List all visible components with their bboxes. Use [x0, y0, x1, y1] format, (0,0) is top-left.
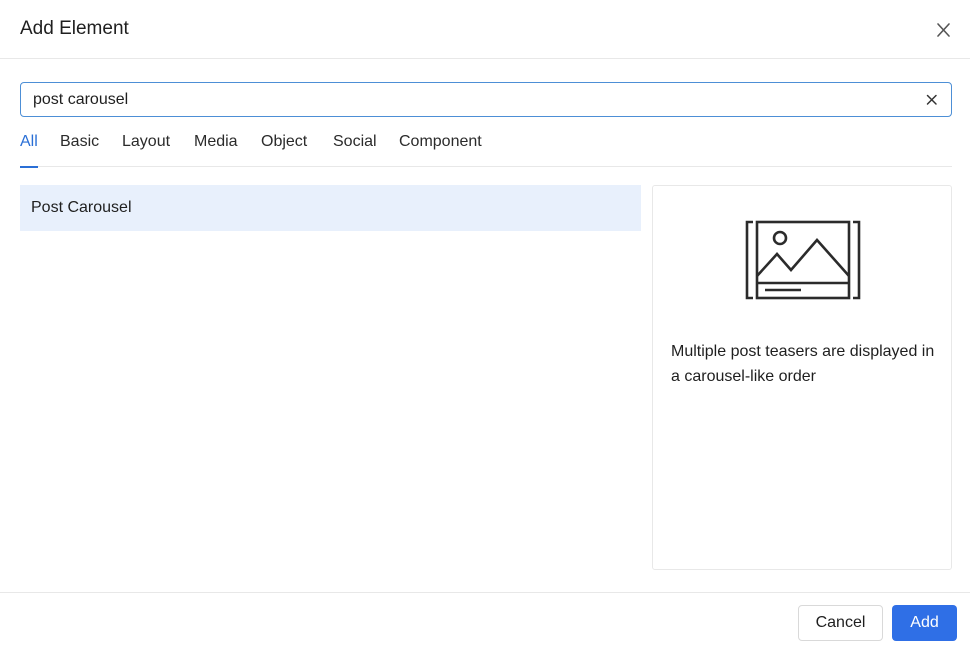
image-carousel-icon — [745, 220, 861, 300]
search-input[interactable] — [33, 83, 913, 116]
close-icon — [937, 23, 950, 37]
close-button[interactable] — [932, 19, 954, 41]
category-tabs: All Basic Layout Media Object Social Com… — [20, 132, 952, 168]
add-element-dialog: Add Element All Basic Layout Media Objec… — [0, 0, 970, 647]
results-list: Post Carousel — [20, 185, 641, 570]
list-item[interactable]: Post Carousel — [20, 185, 641, 231]
tab-component[interactable]: Component — [399, 132, 482, 167]
tab-all[interactable]: All — [20, 132, 38, 168]
search-box — [20, 82, 952, 117]
preview-panel: Multiple post teasers are displayed in a… — [652, 185, 952, 570]
tab-layout[interactable]: Layout — [122, 132, 170, 167]
list-item-label: Post Carousel — [31, 199, 132, 216]
search-clear-button[interactable] — [924, 92, 940, 108]
cancel-button[interactable]: Cancel — [798, 605, 883, 641]
preview-description: Multiple post teasers are displayed in a… — [671, 343, 935, 385]
dialog-header: Add Element — [0, 0, 970, 59]
add-button[interactable]: Add — [892, 605, 957, 641]
tab-basic[interactable]: Basic — [60, 132, 99, 167]
clear-icon — [926, 94, 937, 105]
tab-object[interactable]: Object — [261, 132, 307, 167]
dialog-footer: Cancel Add — [0, 592, 970, 647]
dialog-title: Add Element — [20, 18, 129, 39]
tab-social[interactable]: Social — [333, 132, 377, 167]
tab-media[interactable]: Media — [194, 132, 238, 167]
